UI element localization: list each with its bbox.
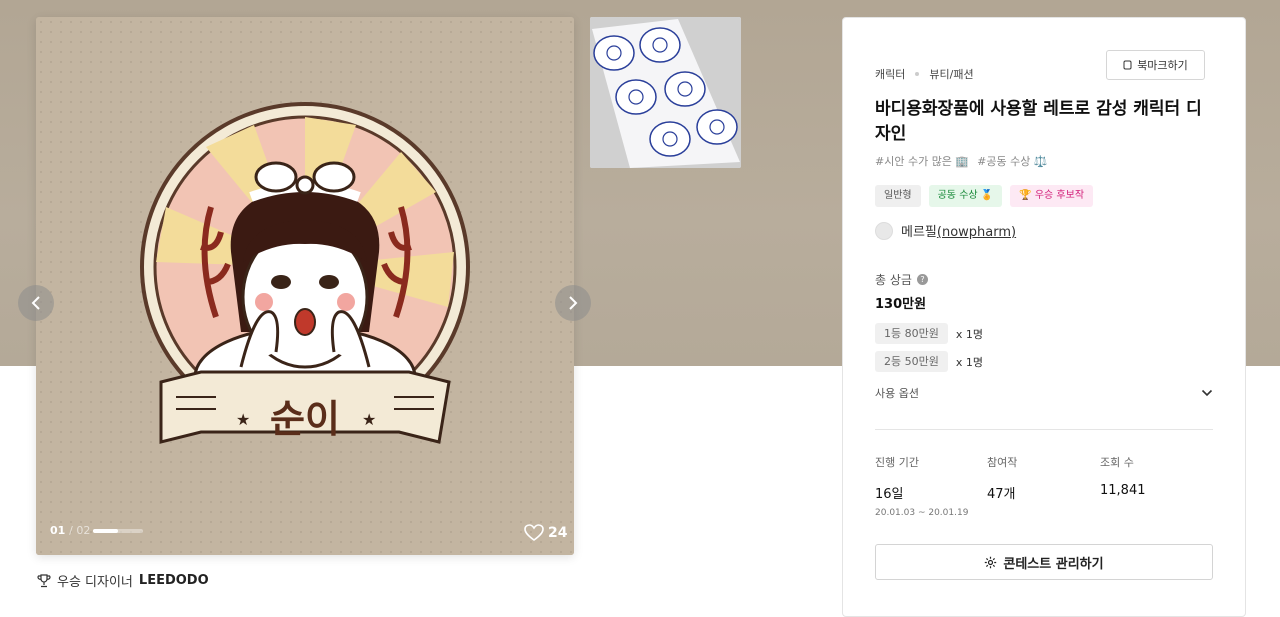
svg-text:★: ★ bbox=[236, 410, 250, 429]
prize-rank: 2등 50만원 bbox=[875, 351, 948, 372]
like-button[interactable]: 24 bbox=[524, 524, 567, 542]
image-progress-fill bbox=[93, 529, 118, 533]
badge-winner-candidate: 🏆 우승 후보작 bbox=[1010, 185, 1094, 207]
category-link-character[interactable]: 캐릭터 bbox=[875, 66, 905, 82]
image-counter-current: 01 bbox=[50, 524, 66, 537]
tag-item[interactable]: #시안 수가 많은 🏢 bbox=[875, 153, 969, 169]
next-image-button[interactable] bbox=[555, 285, 591, 321]
chevron-right-icon bbox=[569, 296, 578, 310]
stat-views: 조회 수 11,841 bbox=[1100, 454, 1146, 498]
prize-count: x 1명 bbox=[955, 355, 983, 369]
stat-period-label: 진행 기간 bbox=[875, 456, 919, 469]
prize-total: 130만원 bbox=[875, 297, 927, 312]
winner-name[interactable]: LEEDODO bbox=[139, 573, 209, 588]
image-counter-total: / 02 bbox=[69, 524, 91, 537]
help-icon[interactable]: ? bbox=[916, 274, 928, 285]
badge-joint-award: 공동 수상 🏅 bbox=[928, 185, 1003, 207]
contest-title: 바디용화장품에 사용할 레트로 감성 캐릭터 디자인 bbox=[875, 99, 1202, 144]
contest-info-panel: 캐릭터 뷰티/패션 북마크하기 바디용화장품에 사용할 레트로 감성 캐릭터 디… bbox=[842, 17, 1246, 617]
stat-period-value: 16일 bbox=[875, 487, 904, 502]
stat-period-range: 20.01.03 ~ 20.01.19 bbox=[875, 508, 969, 518]
stat-views-label: 조회 수 bbox=[1100, 456, 1134, 469]
trophy-icon bbox=[37, 573, 51, 587]
image-counter: 01 / 02 bbox=[50, 524, 90, 537]
badge-list: 일반형 공동 수상 🏅 🏆 우승 후보작 bbox=[875, 185, 1094, 207]
category-link-beauty[interactable]: 뷰티/패션 bbox=[929, 66, 973, 82]
usage-options-toggle[interactable]: 사용 옵션 bbox=[875, 385, 1213, 401]
prize-label: 총 상금 ? bbox=[875, 271, 928, 288]
bookmark-button[interactable]: 북마크하기 bbox=[1106, 50, 1205, 80]
prize-row: 1등 80만원 x 1명 bbox=[875, 323, 983, 344]
prize-count: x 1명 bbox=[955, 327, 983, 341]
breadcrumb-separator bbox=[915, 72, 920, 76]
author-link[interactable]: 메르필(nowpharm) bbox=[875, 221, 1016, 240]
prize-rank: 1등 80만원 bbox=[875, 323, 948, 344]
stat-entries-value: 47개 bbox=[987, 487, 1016, 502]
chevron-down-icon bbox=[1201, 389, 1213, 397]
bookmark-label: 북마크하기 bbox=[1137, 59, 1188, 72]
heart-icon bbox=[524, 524, 544, 541]
stat-entries-label: 참여작 bbox=[987, 456, 1018, 469]
stat-views-value: 11,841 bbox=[1100, 483, 1146, 498]
badge-type: 일반형 bbox=[875, 185, 921, 207]
usage-options-label: 사용 옵션 bbox=[875, 387, 919, 400]
image-progress-bar bbox=[93, 529, 143, 533]
tag-item[interactable]: #공동 수상 ⚖️ bbox=[977, 153, 1047, 169]
manage-contest-label: 콘테스트 관리하기 bbox=[1003, 556, 1104, 572]
chevron-left-icon bbox=[31, 296, 40, 310]
svg-text:★: ★ bbox=[362, 410, 376, 429]
artwork-text: 순이 bbox=[270, 397, 340, 441]
main-artwork-image[interactable]: ★ ★ 순이 bbox=[36, 17, 574, 555]
author-name: 메르필 bbox=[901, 225, 937, 240]
artwork-illustration: ★ ★ 순이 bbox=[36, 17, 574, 555]
prize-row: 2등 50만원 x 1명 bbox=[875, 351, 983, 372]
stat-period: 진행 기간 16일 20.01.03 ~ 20.01.19 bbox=[875, 454, 968, 518]
author-handle: (nowpharm) bbox=[936, 225, 1017, 240]
prev-image-button[interactable] bbox=[18, 285, 54, 321]
winner-designer: 우승 디자이너 LEEDODO bbox=[37, 571, 209, 590]
avatar bbox=[875, 221, 893, 240]
bookmark-icon bbox=[1123, 60, 1132, 70]
like-count: 24 bbox=[548, 525, 568, 541]
gear-icon bbox=[985, 556, 997, 568]
thumbnail-sticker-sheet bbox=[590, 17, 741, 168]
thumbnail-image[interactable] bbox=[590, 17, 741, 168]
breadcrumb: 캐릭터 뷰티/패션 bbox=[875, 66, 974, 82]
prize-label-text: 총 상금 bbox=[875, 273, 912, 287]
divider bbox=[875, 429, 1213, 430]
manage-contest-button[interactable]: 콘테스트 관리하기 bbox=[875, 544, 1213, 580]
tag-list: #시안 수가 많은 🏢 #공동 수상 ⚖️ bbox=[875, 153, 1048, 169]
stat-entries: 참여작 47개 bbox=[987, 454, 1017, 502]
winner-prefix: 우승 디자이너 bbox=[57, 575, 133, 590]
